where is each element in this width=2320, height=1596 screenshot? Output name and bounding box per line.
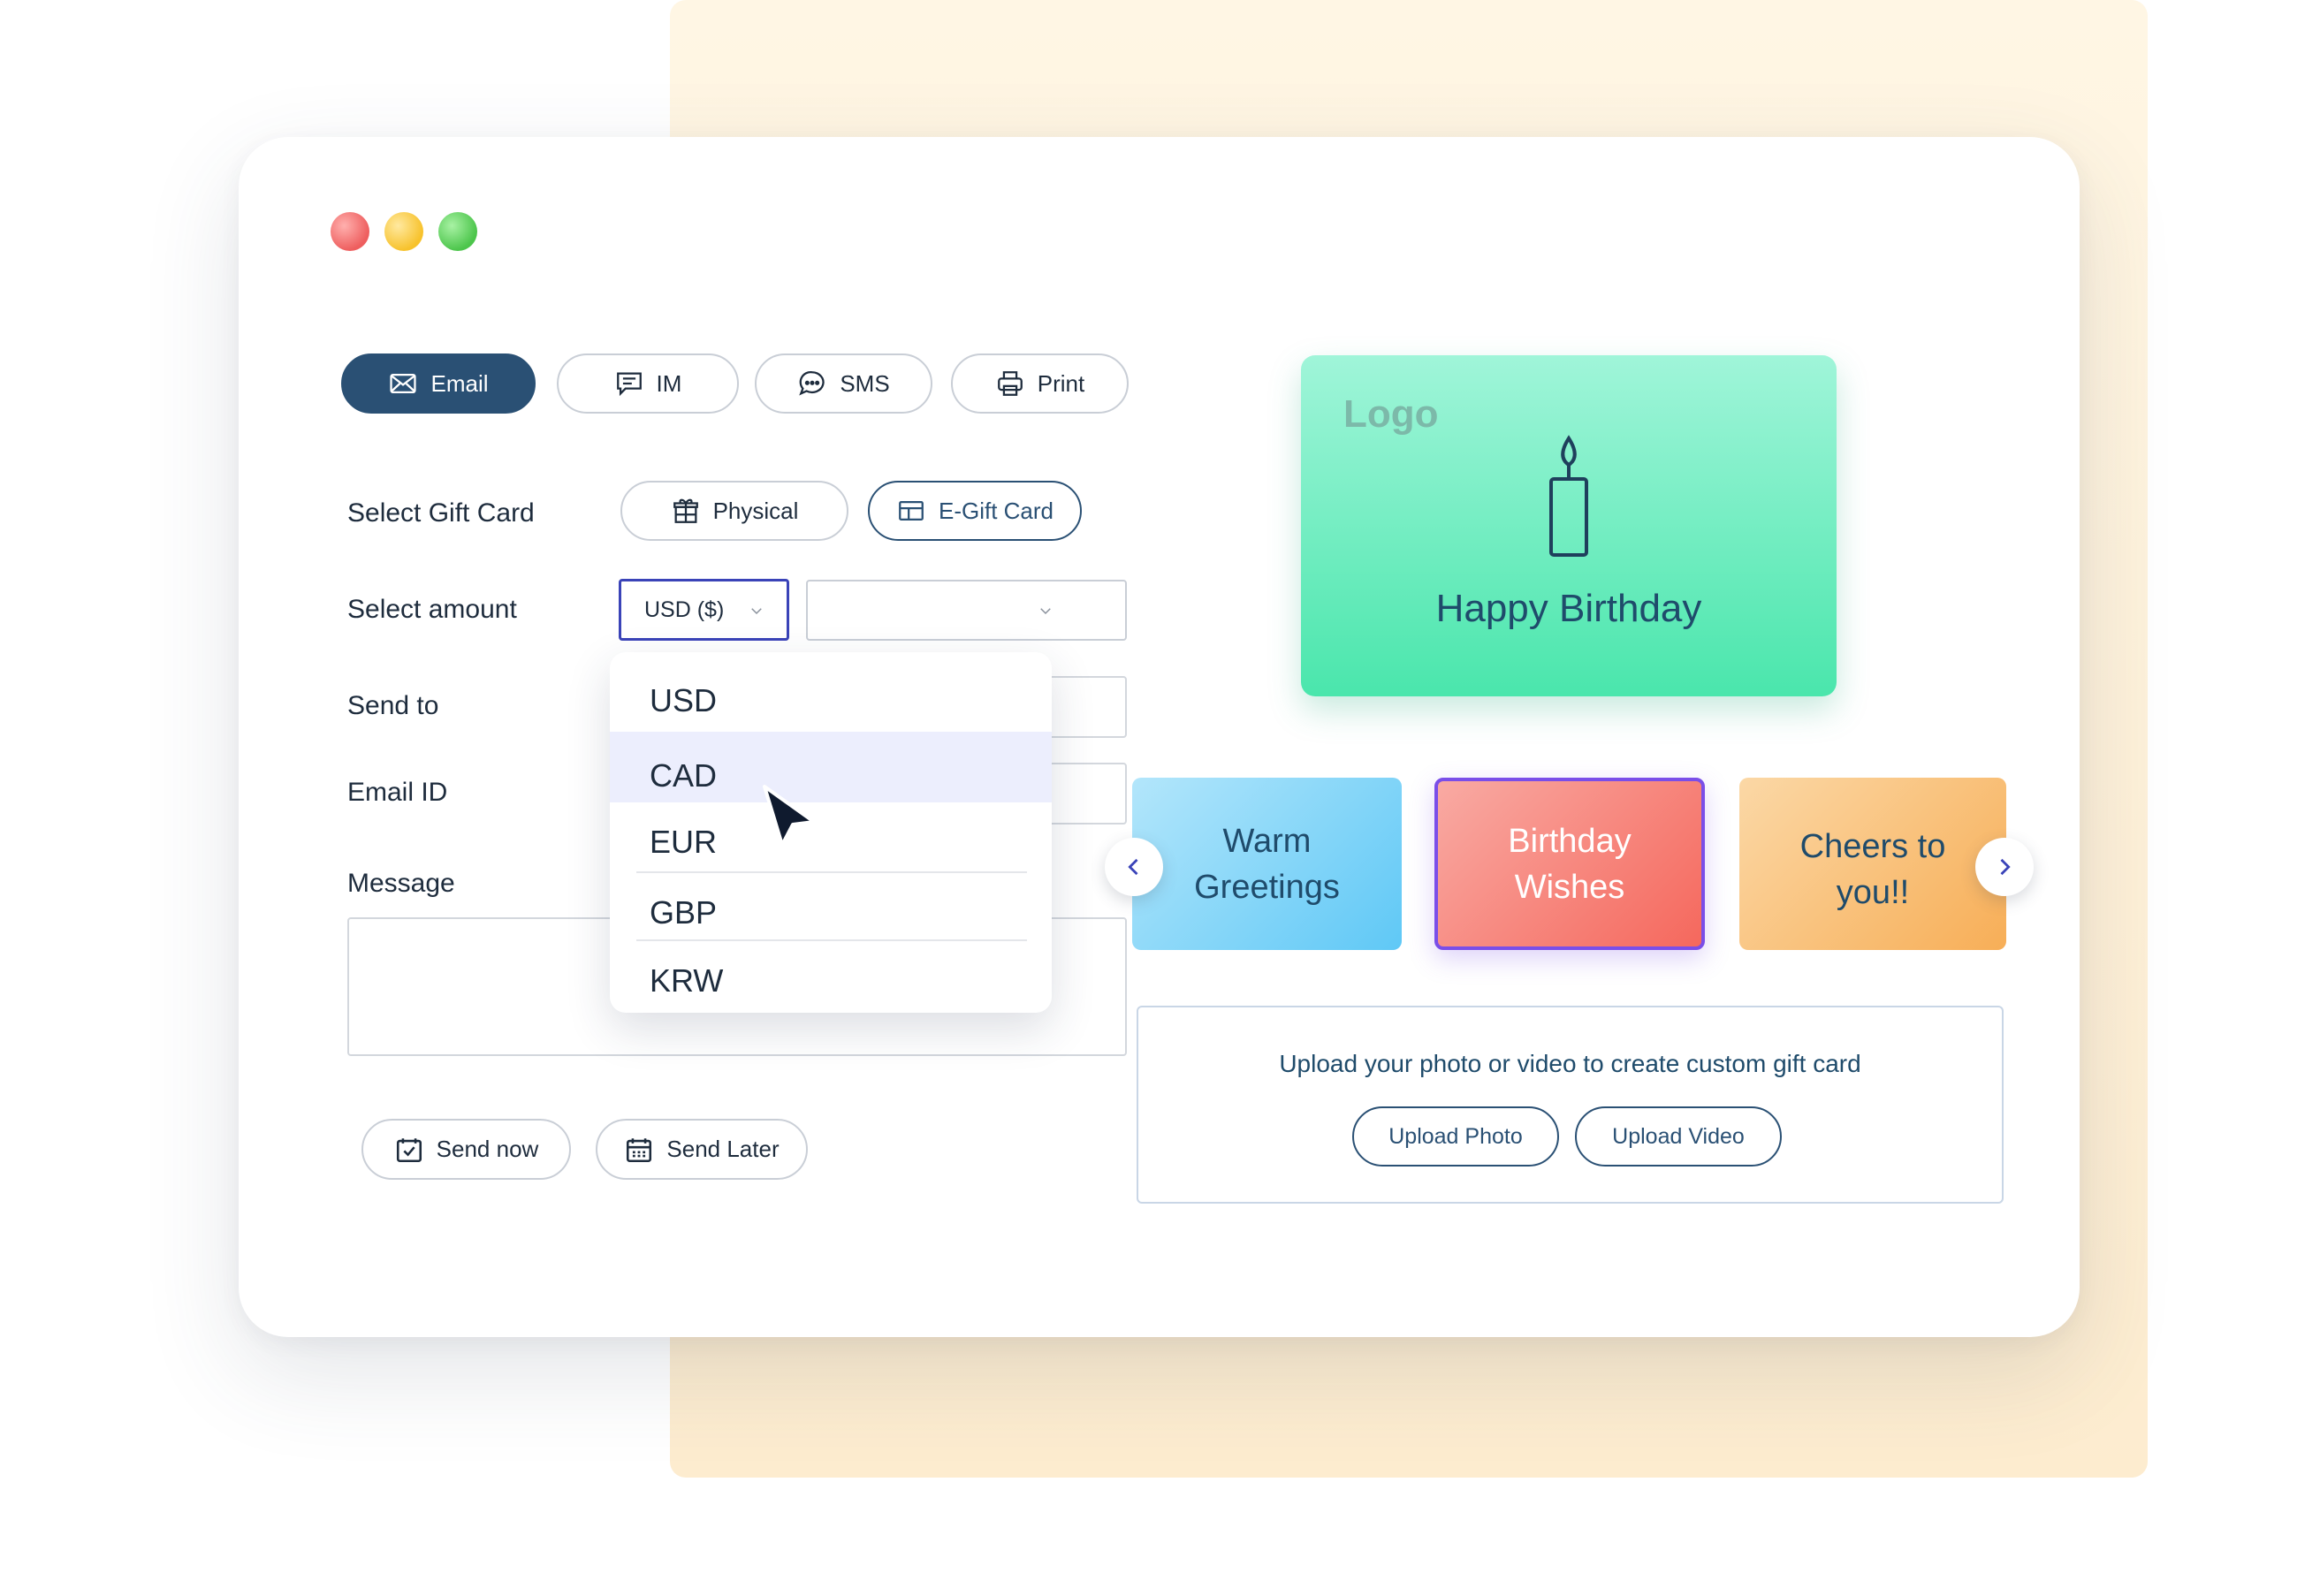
upload-photo-button[interactable]: Upload Photo	[1352, 1106, 1559, 1167]
email-id-label: Email ID	[347, 778, 448, 807]
option-divider	[636, 939, 1027, 941]
tab-sms-label: SMS	[840, 369, 890, 397]
calendar-icon	[627, 1137, 652, 1162]
app-window: Email IM SMS Print Select Gift Card Phys…	[239, 137, 2080, 1337]
card-icon	[899, 500, 924, 521]
currency-option-eur[interactable]: EUR	[610, 807, 1052, 869]
tab-im-label: IM	[656, 369, 682, 397]
tab-sms[interactable]: SMS	[755, 353, 932, 414]
chevron-right-icon	[2000, 858, 2011, 876]
send-later-label: Send Later	[666, 1136, 780, 1162]
select-amount-label: Select amount	[347, 595, 517, 624]
currency-select[interactable]: USD ($)	[619, 579, 789, 641]
preview-greeting: Happy Birthday	[1435, 587, 1702, 630]
tab-email-label: Email	[430, 369, 489, 397]
gift-type-egift[interactable]: E-Gift Card	[868, 481, 1082, 541]
maximize-window-dot[interactable]	[438, 212, 477, 251]
template-line: Cheers to	[1799, 827, 1946, 865]
upload-prompt: Upload your photo or video to create cus…	[1279, 1050, 1861, 1077]
option-divider	[636, 871, 1027, 873]
upload-panel: Upload your photo or video to create cus…	[1137, 1006, 2004, 1204]
send-now-label: Send now	[436, 1136, 539, 1162]
gift-card-preview: Logo Happy Birthday	[1301, 355, 1837, 696]
template-line: Greetings	[1194, 868, 1340, 906]
gift-icon	[673, 498, 698, 523]
printer-icon	[997, 371, 1023, 396]
gift-type-egift-label: E-Gift Card	[938, 497, 1054, 524]
template-line: Warm	[1222, 822, 1312, 860]
chevron-down-icon	[751, 608, 762, 615]
currency-option-cad[interactable]: CAD	[610, 732, 1052, 802]
chat-icon	[799, 370, 825, 396]
tab-email[interactable]: Email	[341, 353, 536, 414]
carousel-prev-button[interactable]	[1105, 838, 1163, 896]
chevron-down-icon	[1040, 608, 1051, 615]
chevron-left-icon	[1128, 858, 1138, 876]
select-gift-card-label: Select Gift Card	[347, 498, 535, 528]
calendar-check-icon	[396, 1137, 422, 1162]
mouse-pointer-icon	[763, 785, 816, 847]
template-warm-greetings[interactable]: Warm Greetings	[1132, 778, 1402, 950]
template-line: you!!	[1836, 873, 1910, 911]
close-window-dot[interactable]	[331, 212, 369, 251]
send-later-button[interactable]: Send Later	[596, 1119, 808, 1180]
minimize-window-dot[interactable]	[384, 212, 423, 251]
template-birthday-wishes[interactable]: Birthday Wishes	[1434, 778, 1705, 950]
message-icon	[616, 372, 642, 397]
currency-select-value: USD ($)	[644, 597, 725, 622]
send-now-button[interactable]: Send now	[361, 1119, 571, 1180]
tab-print-label: Print	[1037, 369, 1085, 397]
upload-video-button[interactable]: Upload Video	[1575, 1106, 1782, 1167]
gift-type-physical-label: Physical	[712, 497, 799, 524]
currency-option-krw[interactable]: KRW	[610, 946, 1052, 1007]
amount-select[interactable]	[806, 580, 1127, 641]
send-to-label: Send to	[347, 691, 439, 720]
template-cheers-to-you[interactable]: Cheers to you!!	[1739, 778, 2006, 950]
template-line: Birthday	[1508, 822, 1632, 860]
mail-icon	[390, 373, 417, 394]
preview-logo: Logo	[1343, 392, 1439, 436]
carousel-next-button[interactable]	[1975, 838, 2034, 896]
tab-print[interactable]: Print	[951, 353, 1129, 414]
currency-option-usd[interactable]: USD	[610, 652, 1052, 718]
currency-option-gbp[interactable]: GBP	[610, 878, 1052, 939]
message-label: Message	[347, 869, 455, 898]
template-line: Wishes	[1514, 868, 1625, 906]
tab-im[interactable]: IM	[557, 353, 739, 414]
gift-type-physical[interactable]: Physical	[620, 481, 848, 541]
currency-dropdown: USD CAD EUR GBP KRW	[610, 652, 1052, 1013]
candle-icon	[1549, 435, 1588, 557]
